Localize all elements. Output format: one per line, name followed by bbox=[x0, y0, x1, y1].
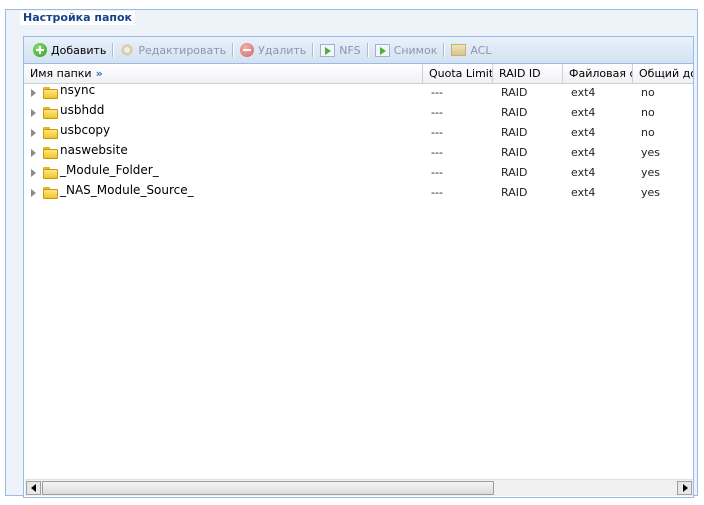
folder-name: usbcopy bbox=[60, 123, 111, 137]
filesystem-cell: ext4 bbox=[571, 86, 596, 99]
folder-settings-fieldset: Настройка папок Добавить Редактировать У… bbox=[5, 9, 698, 498]
folder-icon bbox=[43, 167, 58, 179]
quota-cell: --- bbox=[431, 166, 443, 179]
column-header-raid[interactable]: RAID ID bbox=[493, 64, 563, 83]
delete-button[interactable]: Удалить bbox=[236, 40, 310, 60]
raid-cell: RAID bbox=[501, 166, 528, 179]
delete-button-label: Удалить bbox=[258, 43, 307, 57]
folder-icon bbox=[43, 147, 58, 159]
table-row[interactable]: naswebsite --- RAID ext4 yes bbox=[24, 143, 693, 163]
expand-arrow-icon[interactable] bbox=[31, 109, 36, 117]
raid-cell: RAID bbox=[501, 186, 528, 199]
column-header-quota[interactable]: Quota Limit bbox=[423, 64, 493, 83]
column-header-public[interactable]: Общий до bbox=[633, 64, 693, 83]
grid-header: Имя папки » Quota Limit RAID ID Файловая … bbox=[24, 64, 693, 84]
nfs-button-label: NFS bbox=[339, 43, 361, 57]
folder-name: usbhdd bbox=[60, 103, 105, 117]
table-row[interactable]: usbcopy --- RAID ext4 no bbox=[24, 123, 693, 143]
edit-button-label: Редактировать bbox=[138, 43, 227, 57]
public-cell: no bbox=[641, 106, 655, 119]
column-header-filesystem[interactable]: Файловая си bbox=[563, 64, 633, 83]
gear-icon bbox=[120, 43, 135, 57]
public-cell: yes bbox=[641, 146, 661, 159]
add-button-label: Добавить bbox=[51, 43, 107, 57]
toolbar-separator bbox=[443, 43, 446, 57]
folder-rows: nsync --- RAID ext4 no usbhdd --- RAID e… bbox=[24, 83, 693, 203]
toolbar: Добавить Редактировать Удалить NFS Снимо… bbox=[24, 37, 693, 64]
folder-icon bbox=[43, 127, 58, 139]
add-icon bbox=[33, 43, 47, 57]
expand-arrow-icon[interactable] bbox=[31, 129, 36, 137]
snapshot-button-label: Снимок bbox=[393, 43, 438, 57]
public-cell: no bbox=[641, 86, 655, 99]
folder-icon bbox=[43, 187, 58, 199]
filesystem-cell: ext4 bbox=[571, 126, 596, 139]
quota-cell: --- bbox=[431, 106, 443, 119]
acl-folder-icon bbox=[451, 44, 467, 56]
scrollbar-thumb[interactable] bbox=[42, 481, 494, 495]
quota-cell: --- bbox=[431, 146, 443, 159]
table-row[interactable]: _Module_Folder_ --- RAID ext4 yes bbox=[24, 163, 693, 183]
column-header-name-label: Имя папки bbox=[30, 67, 92, 80]
expand-arrow-icon[interactable] bbox=[31, 89, 36, 97]
public-cell: yes bbox=[641, 186, 661, 199]
quota-cell: --- bbox=[431, 126, 443, 139]
nfs-button[interactable]: NFS bbox=[316, 40, 364, 60]
toolbar-separator bbox=[366, 43, 369, 57]
table-row[interactable]: _NAS_Module_Source_ --- RAID ext4 yes bbox=[24, 183, 693, 203]
quota-cell: --- bbox=[431, 86, 443, 99]
snapshot-icon bbox=[374, 43, 390, 57]
expand-arrow-icon[interactable] bbox=[31, 149, 36, 157]
folder-name: naswebsite bbox=[60, 143, 128, 157]
fieldset-title: Настройка папок bbox=[20, 11, 136, 25]
folder-icon bbox=[43, 87, 58, 99]
add-button[interactable]: Добавить bbox=[29, 40, 110, 60]
scroll-right-arrow-icon[interactable] bbox=[677, 481, 692, 495]
toolbar-separator bbox=[112, 43, 115, 57]
filesystem-cell: ext4 bbox=[571, 166, 596, 179]
column-header-name[interactable]: Имя папки » bbox=[24, 64, 423, 83]
table-row[interactable]: nsync --- RAID ext4 no bbox=[24, 83, 693, 103]
table-row[interactable]: usbhdd --- RAID ext4 no bbox=[24, 103, 693, 123]
acl-button[interactable]: ACL bbox=[447, 40, 495, 60]
filesystem-cell: ext4 bbox=[571, 106, 596, 119]
delete-icon bbox=[240, 43, 255, 57]
expand-arrow-icon[interactable] bbox=[31, 189, 36, 197]
raid-cell: RAID bbox=[501, 126, 528, 139]
raid-cell: RAID bbox=[501, 106, 528, 119]
folder-name: nsync bbox=[60, 83, 96, 97]
filesystem-cell: ext4 bbox=[571, 186, 596, 199]
acl-button-label: ACL bbox=[470, 43, 492, 57]
toolbar-separator bbox=[232, 43, 235, 57]
edit-button[interactable]: Редактировать bbox=[116, 40, 230, 60]
double-chevron-right-icon[interactable]: » bbox=[96, 67, 103, 80]
expand-arrow-icon[interactable] bbox=[31, 169, 36, 177]
filesystem-cell: ext4 bbox=[571, 146, 596, 159]
folder-name: _NAS_Module_Source_ bbox=[60, 183, 194, 197]
nfs-icon bbox=[320, 43, 336, 57]
horizontal-scrollbar[interactable] bbox=[25, 479, 693, 496]
raid-cell: RAID bbox=[501, 146, 528, 159]
raid-cell: RAID bbox=[501, 86, 528, 99]
folder-name: _Module_Folder_ bbox=[60, 163, 159, 177]
public-cell: no bbox=[641, 126, 655, 139]
snapshot-button[interactable]: Снимок bbox=[371, 40, 442, 60]
folder-icon bbox=[43, 107, 58, 119]
scroll-left-arrow-icon[interactable] bbox=[26, 481, 41, 495]
toolbar-separator bbox=[312, 43, 315, 57]
folder-grid-panel: Добавить Редактировать Удалить NFS Снимо… bbox=[23, 36, 694, 498]
public-cell: yes bbox=[641, 166, 661, 179]
quota-cell: --- bbox=[431, 186, 443, 199]
